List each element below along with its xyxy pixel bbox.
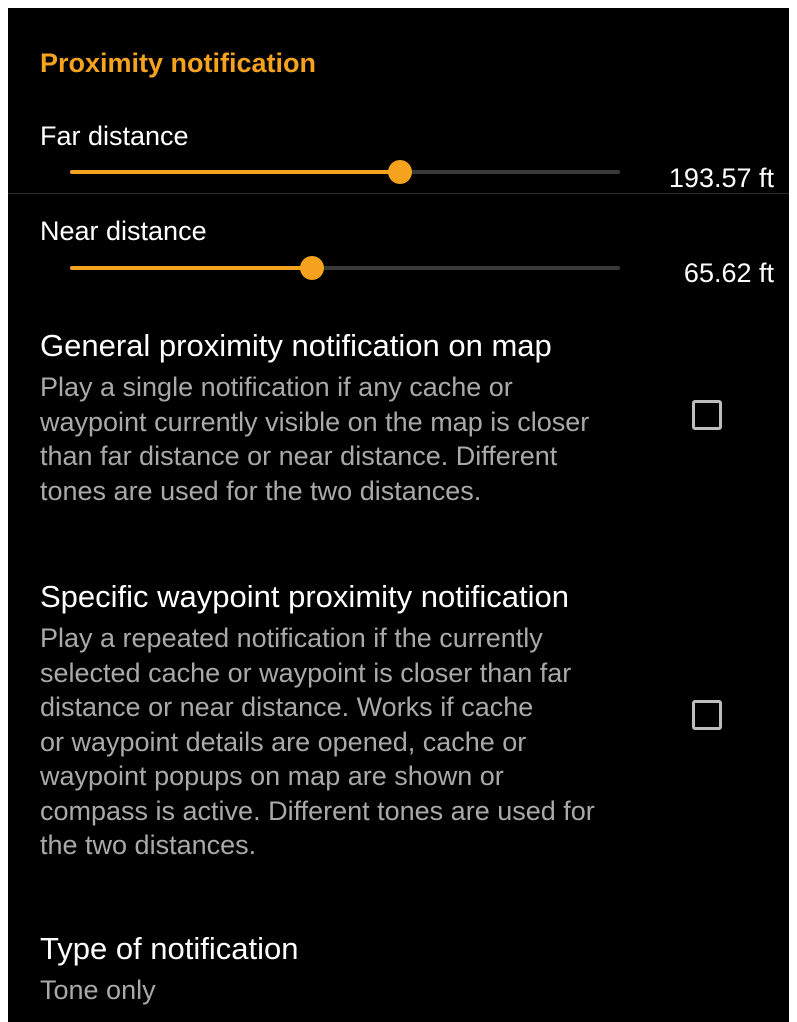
general-proximity-summary: Play a single notification if any cache … — [40, 370, 660, 508]
summary-line: Play a single notification if any cache … — [40, 372, 513, 402]
summary-line: than far distance or near distance. Diff… — [40, 441, 558, 471]
specific-proximity-title: Specific waypoint proximity notification — [40, 579, 569, 614]
far-distance-value: 193.57 ft — [668, 163, 774, 193]
general-proximity-checkbox[interactable] — [692, 400, 722, 430]
notification-type-value: Tone only — [40, 975, 156, 1005]
summary-line: tones are used for the two distances. — [40, 475, 482, 506]
summary-line: or waypoint details are opened, cache or — [40, 726, 527, 757]
general-proximity-title: General proximity notification on map — [40, 328, 552, 363]
slider-fill — [70, 170, 400, 174]
settings-screen: Proximity notification Far distance 193.… — [8, 8, 789, 1022]
specific-proximity-checkbox[interactable] — [692, 700, 722, 730]
summary-line: the two distances. — [40, 830, 257, 860]
near-distance-label: Near distance — [40, 216, 207, 246]
summary-line: waypoint currently visible on the map is… — [40, 406, 590, 437]
notification-type-title[interactable]: Type of notification — [40, 931, 299, 967]
far-distance-slider[interactable] — [70, 160, 620, 184]
summary-line: waypoint popups on map are shown or — [40, 761, 504, 791]
near-distance-value: 65.62 ft — [683, 258, 774, 288]
divider — [8, 193, 789, 194]
far-distance-label: Far distance — [40, 121, 189, 151]
summary-line: compass is active. Different tones are u… — [40, 795, 595, 826]
summary-line: distance or near distance. Works if cach… — [40, 692, 534, 722]
specific-proximity-summary: Play a repeated notification if the curr… — [40, 621, 660, 863]
summary-line: Play a repeated notification if the curr… — [40, 623, 543, 653]
slider-thumb[interactable] — [300, 256, 324, 280]
slider-fill — [70, 266, 312, 270]
near-distance-slider[interactable] — [70, 256, 620, 280]
section-header-proximity: Proximity notification — [40, 48, 317, 78]
slider-thumb[interactable] — [388, 160, 412, 184]
summary-line: selected cache or waypoint is closer tha… — [40, 657, 572, 688]
